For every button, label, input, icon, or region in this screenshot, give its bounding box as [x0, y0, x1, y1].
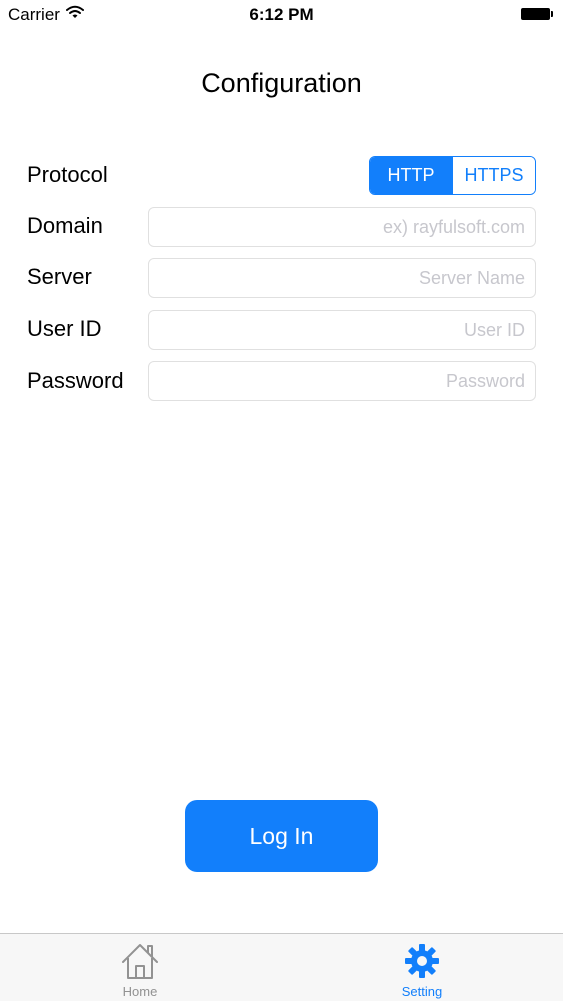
user-id-input[interactable] [148, 310, 536, 350]
server-label: Server [27, 264, 92, 289]
password-label: Password [27, 368, 124, 393]
gear-icon [405, 944, 439, 978]
user-id-label: User ID [27, 316, 102, 341]
status-bar: Carrier 6:12 PM [0, 0, 563, 30]
server-input[interactable] [148, 258, 536, 298]
domain-input[interactable] [148, 207, 536, 247]
tab-setting-label: Setting [401, 984, 443, 999]
protocol-segmented-control[interactable]: HTTP HTTPS [369, 156, 536, 195]
protocol-label: Protocol [27, 162, 108, 187]
protocol-option-https[interactable]: HTTPS [452, 157, 535, 194]
home-icon [122, 944, 158, 979]
tab-setting[interactable]: Setting [352, 934, 492, 1001]
tab-home-label: Home [122, 984, 158, 999]
password-input[interactable] [148, 361, 536, 401]
protocol-option-http[interactable]: HTTP [370, 157, 452, 194]
page-title: Configuration [201, 68, 362, 98]
tab-home[interactable]: Home [70, 934, 210, 1001]
clock: 6:12 PM [249, 5, 314, 24]
domain-label: Domain [27, 213, 103, 238]
login-button[interactable]: Log In [185, 800, 378, 872]
battery-icon [521, 8, 553, 20]
tab-bar: Home Setting [0, 933, 563, 1001]
